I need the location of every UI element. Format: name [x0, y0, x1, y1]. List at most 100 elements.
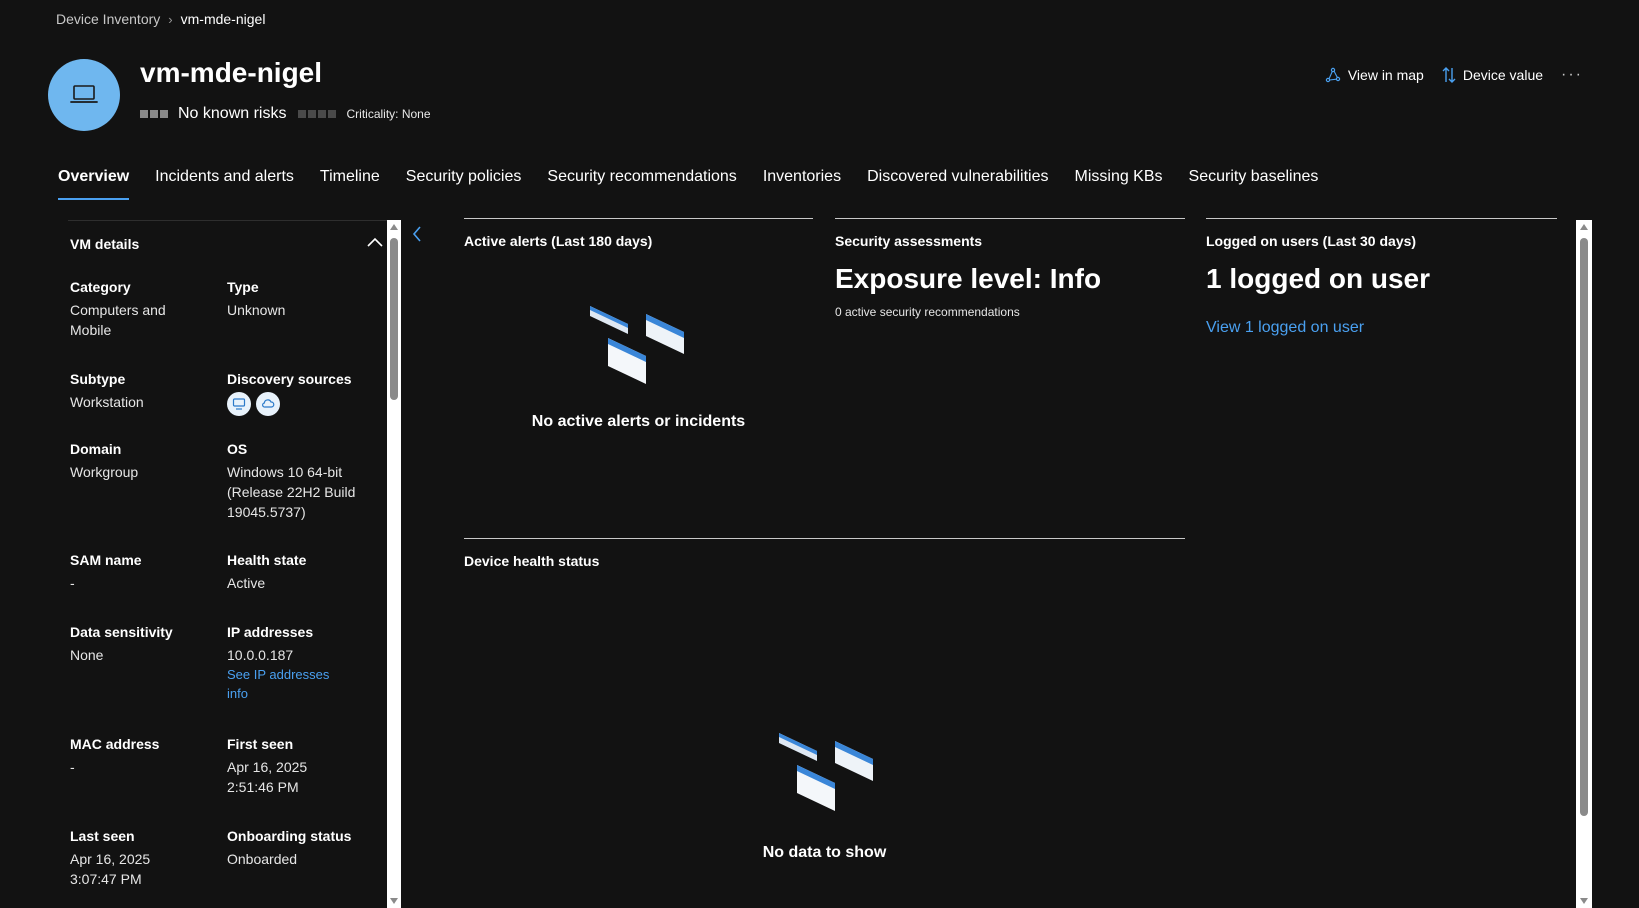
sam-name-label: SAM name [70, 552, 142, 568]
active-recommendations-count: 0 active security recommendations [835, 305, 1020, 319]
tab-overview[interactable]: Overview [58, 168, 130, 200]
tab-security-policies[interactable]: Security policies [406, 168, 522, 200]
security-assessments-title: Security assessments [835, 233, 983, 249]
exposure-level: Exposure level: Info [835, 263, 1102, 294]
subtype-field: Subtype Workstation [70, 369, 210, 412]
subtype-value: Workstation [70, 394, 144, 410]
view-logged-on-users-link[interactable]: View 1 logged on user [1206, 319, 1557, 337]
laptop-icon [70, 85, 98, 103]
health-state-label: Health state [227, 552, 307, 568]
type-field: Type Unknown [227, 277, 377, 320]
sort-arrows-icon [1442, 67, 1456, 83]
see-ip-addresses-link[interactable]: See IP addresses info [227, 665, 342, 703]
mac-address-label: MAC address [70, 736, 160, 752]
map-graph-icon [1325, 67, 1341, 83]
chevron-up-icon[interactable] [367, 234, 383, 252]
domain-label: Domain [70, 441, 122, 457]
divider [464, 218, 813, 219]
mac-address-field: MAC address - [70, 734, 210, 777]
scrollbar-thumb[interactable] [390, 238, 398, 400]
breadcrumb: Device Inventory › vm-mde-nigel [56, 11, 265, 27]
sam-name-field: SAM name - [70, 550, 210, 593]
main-scrollbar[interactable] [1576, 220, 1592, 908]
tab-bar: Overview Incidents and alerts Timeline S… [58, 168, 1318, 200]
divider [464, 538, 1185, 539]
scroll-down-icon[interactable] [390, 898, 398, 904]
last-seen-label: Last seen [70, 828, 135, 844]
logged-on-users-card: Logged on users (Last 30 days) 1 logged … [1206, 218, 1557, 337]
device-value-button[interactable]: Device value [1442, 66, 1543, 84]
breadcrumb-current: vm-mde-nigel [180, 11, 266, 27]
health-state-value: Active [227, 575, 266, 591]
active-alerts-card: Active alerts (Last 180 days) No active … [464, 218, 813, 431]
tab-security-baselines[interactable]: Security baselines [1189, 168, 1319, 200]
left-panel-scrollbar[interactable] [387, 220, 401, 908]
sam-name-value: - [70, 575, 75, 591]
category-field: Category Computers and Mobile [70, 277, 210, 340]
health-state-field: Health state Active [227, 550, 377, 593]
mac-address-value: - [70, 759, 75, 775]
collapse-panel-button[interactable] [412, 226, 422, 247]
first-seen-label: First seen [227, 736, 294, 752]
empty-state-illustration [777, 731, 1185, 820]
chevron-right-icon: › [168, 11, 173, 27]
header-actions: View in map Device value ··· [1325, 66, 1583, 84]
first-seen-time: 2:51:46 PM [227, 779, 299, 795]
discovery-sources-label: Discovery sources [227, 371, 352, 387]
scrollbar-thumb[interactable] [1580, 238, 1588, 816]
first-seen-date: Apr 16, 2025 [227, 759, 308, 775]
scroll-up-icon[interactable] [1580, 224, 1588, 230]
data-sensitivity-value: None [70, 647, 104, 663]
risk-status: No known risks [178, 105, 287, 122]
onboarding-status-value: Onboarded [227, 851, 298, 867]
tab-incidents-and-alerts[interactable]: Incidents and alerts [155, 168, 294, 200]
device-value-label: Device value [1462, 67, 1544, 83]
cloud-discovery-icon[interactable] [256, 392, 280, 416]
risk-row: No known risks Criticality: None [140, 105, 431, 123]
page-title: vm-mde-nigel [140, 57, 323, 88]
last-seen-date: Apr 16, 2025 [70, 851, 151, 867]
ip-addresses-field: IP addresses 10.0.0.187 See IP addresses… [227, 622, 342, 703]
active-alerts-title: Active alerts (Last 180 days) [464, 233, 653, 249]
tab-timeline[interactable]: Timeline [320, 168, 380, 200]
os-label: OS [227, 441, 248, 457]
criticality-label: Criticality: None [346, 107, 431, 121]
device-health-title: Device health status [464, 553, 600, 569]
domain-field: Domain Workgroup [70, 439, 210, 482]
data-sensitivity-field: Data sensitivity None [70, 622, 210, 665]
device-avatar [48, 59, 120, 131]
tab-security-recommendations[interactable]: Security recommendations [547, 168, 736, 200]
category-label: Category [70, 279, 131, 295]
tab-inventories[interactable]: Inventories [763, 168, 841, 200]
logged-on-user-count: 1 logged on user [1206, 263, 1431, 294]
breadcrumb-device-inventory[interactable]: Device Inventory [56, 11, 160, 27]
last-seen-field: Last seen Apr 16, 2025 3:07:47 PM [70, 826, 210, 889]
criticality-level-icon [298, 110, 337, 118]
risk-level-icon [140, 110, 168, 118]
security-assessments-card: Security assessments Exposure level: Inf… [835, 218, 1185, 319]
empty-state-illustration [588, 304, 813, 393]
ip-addresses-label: IP addresses [227, 624, 314, 640]
scroll-up-icon[interactable] [390, 224, 398, 230]
first-seen-field: First seen Apr 16, 2025 2:51:46 PM [227, 734, 377, 797]
onboarding-status-field: Onboarding status Onboarded [227, 826, 377, 869]
onboarding-status-label: Onboarding status [227, 828, 352, 844]
divider [1206, 218, 1557, 219]
divider [835, 218, 1185, 219]
last-seen-time: 3:07:47 PM [70, 871, 142, 887]
vm-details-title: VM details [70, 236, 140, 252]
chevron-left-icon [412, 226, 421, 242]
device-health-card: Device health status No data to show [464, 538, 1185, 862]
discovery-sources-field: Discovery sources [227, 369, 377, 416]
tab-missing-kbs[interactable]: Missing KBs [1075, 168, 1163, 200]
no-alerts-message: No active alerts or incidents [531, 413, 746, 430]
scroll-down-icon[interactable] [1580, 898, 1588, 904]
tab-discovered-vulnerabilities[interactable]: Discovered vulnerabilities [867, 168, 1048, 200]
more-options-icon[interactable]: ··· [1561, 66, 1583, 84]
divider [68, 220, 388, 221]
endpoint-discovery-icon[interactable] [227, 392, 251, 416]
data-sensitivity-label: Data sensitivity [70, 624, 173, 640]
view-in-map-button[interactable]: View in map [1325, 67, 1424, 83]
os-field: OS Windows 10 64-bit (Release 22H2 Build… [227, 439, 367, 522]
type-value: Unknown [227, 302, 286, 318]
